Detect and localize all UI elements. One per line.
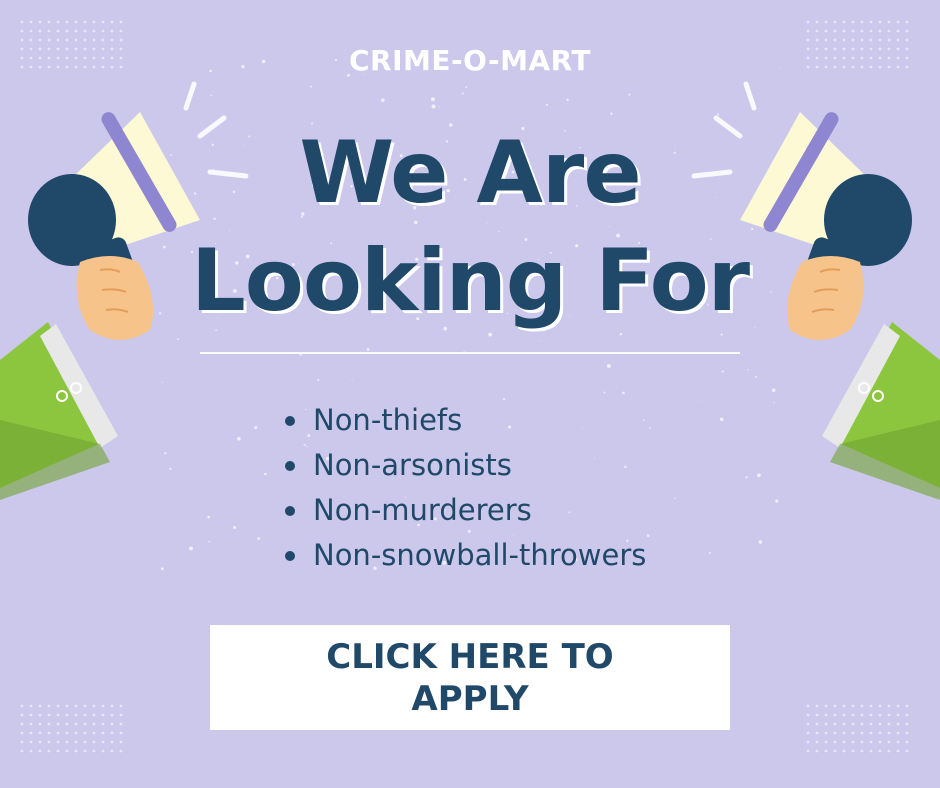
list-item-label: Non-snowball-throwers — [313, 538, 647, 572]
list-item-label: Non-thiefs — [313, 403, 463, 437]
list-item: Non-snowball-throwers — [285, 533, 646, 578]
list-item: Non-arsonists — [285, 443, 646, 488]
apply-button[interactable]: CLICK HERE TO APPLY — [210, 625, 730, 730]
divider — [200, 352, 740, 354]
bullet-icon — [285, 506, 295, 516]
list-item-label: Non-murderers — [313, 493, 532, 527]
list-item: Non-murderers — [285, 488, 646, 533]
list-item-label: Non-arsonists — [313, 448, 512, 482]
headline-line-2: Looking For — [190, 231, 750, 331]
apply-button-label: CLICK HERE TO APPLY — [326, 636, 614, 719]
brand-name: CRIME-O-MART — [348, 44, 592, 77]
requirements-list: Non-thiefs Non-arsonists Non-murderers N… — [285, 398, 646, 578]
bullet-icon — [285, 461, 295, 471]
bullet-icon — [285, 551, 295, 561]
list-item: Non-thiefs — [285, 398, 646, 443]
bullet-icon — [285, 416, 295, 426]
headline-line-1: We Are — [299, 123, 641, 223]
